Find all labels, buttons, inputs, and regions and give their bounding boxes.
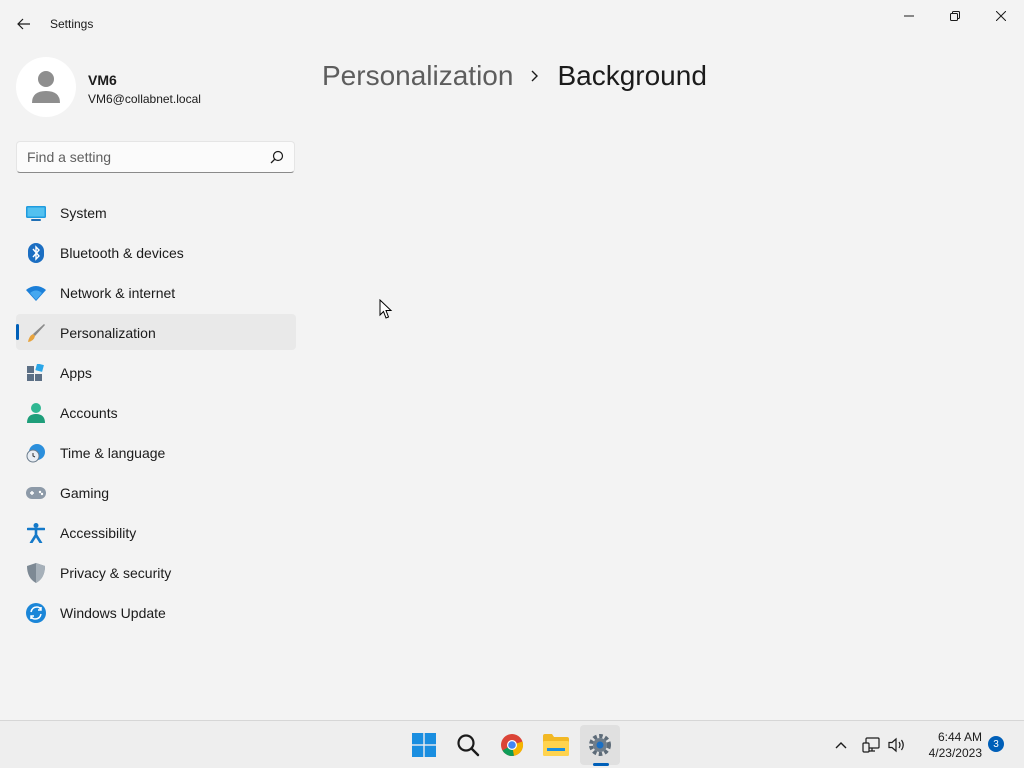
show-hidden-icons-button[interactable] xyxy=(828,731,854,759)
chevron-right-icon xyxy=(531,70,539,82)
shield-icon xyxy=(26,563,46,583)
windows-logo-icon xyxy=(412,733,436,757)
chevron-up-icon xyxy=(835,742,847,749)
active-app-indicator xyxy=(593,763,609,766)
chrome-taskbar-button[interactable] xyxy=(492,725,532,765)
volume-tray-button[interactable] xyxy=(884,731,910,759)
sidebar-item-label: Accessibility xyxy=(60,525,137,541)
sidebar-item-accessibility[interactable]: Accessibility xyxy=(16,514,296,550)
settings-taskbar-button[interactable] xyxy=(580,725,620,765)
breadcrumb: Personalization Background xyxy=(322,58,707,94)
accessibility-icon xyxy=(26,523,46,543)
settings-window: Settings VM6 VM6@collabnet.local Find a … xyxy=(0,0,1024,720)
sidebar-item-apps[interactable]: Apps xyxy=(16,354,296,390)
accounts-icon xyxy=(26,403,46,423)
breadcrumb-parent-link[interactable]: Personalization xyxy=(322,60,513,92)
sidebar-item-label: Gaming xyxy=(60,485,110,501)
back-button[interactable] xyxy=(10,10,38,38)
folder-icon xyxy=(543,734,569,756)
sidebar-item-gaming[interactable]: Gaming xyxy=(16,474,296,510)
sidebar-item-label: Personalization xyxy=(60,325,156,341)
restore-button[interactable] xyxy=(932,0,978,32)
apps-icon xyxy=(26,363,46,383)
sidebar-nav: System Bluetooth & devices Network & int… xyxy=(16,194,296,634)
bluetooth-icon xyxy=(26,243,46,263)
sidebar-item-network-internet[interactable]: Network & internet xyxy=(16,274,296,310)
start-button[interactable] xyxy=(404,725,444,765)
file-explorer-taskbar-button[interactable] xyxy=(536,725,576,765)
breadcrumb-separator xyxy=(513,58,557,94)
avatar[interactable] xyxy=(16,57,76,117)
taskbar-search-button[interactable] xyxy=(448,725,488,765)
sidebar-item-personalization[interactable]: Personalization xyxy=(16,314,296,350)
sidebar-item-privacy-security[interactable]: Privacy & security xyxy=(16,554,296,590)
sidebar-item-label: Windows Update xyxy=(60,605,166,621)
restore-icon xyxy=(950,11,960,21)
speaker-icon xyxy=(888,737,904,753)
mouse-pointer-icon xyxy=(379,299,393,319)
sidebar-item-time-language[interactable]: Time & language xyxy=(16,434,296,470)
chrome-icon xyxy=(501,734,524,756)
clock-globe-icon xyxy=(26,443,46,463)
app-title: Settings xyxy=(50,17,94,31)
sidebar-item-label: Privacy & security xyxy=(60,565,172,581)
brush-icon xyxy=(26,323,46,343)
minimize-button[interactable] xyxy=(886,0,932,32)
minimize-icon xyxy=(904,15,914,17)
gamepad-icon xyxy=(26,483,46,503)
title-bar: Settings xyxy=(0,0,1024,48)
sidebar-item-label: Accounts xyxy=(60,405,118,421)
system-icon xyxy=(26,203,46,223)
wifi-icon xyxy=(26,283,46,303)
taskbar-clock[interactable]: 6:44 AM 4/23/2023 xyxy=(918,729,982,761)
clock-date: 4/23/2023 xyxy=(928,746,982,760)
page-title: Background xyxy=(557,60,707,91)
taskbar: 6:44 AM 4/23/2023 xyxy=(0,720,1024,768)
sidebar-item-label: Bluetooth & devices xyxy=(60,245,184,261)
close-icon xyxy=(996,11,1006,21)
search-input[interactable] xyxy=(17,142,267,172)
sidebar-item-label: Network & internet xyxy=(60,285,176,301)
sidebar-item-label: Apps xyxy=(60,365,92,381)
sidebar-item-label: System xyxy=(60,205,107,221)
search-icon[interactable] xyxy=(270,150,284,164)
notification-badge[interactable]: 3 xyxy=(988,736,1004,752)
user-email: VM6@collabnet.local xyxy=(88,92,201,106)
sidebar-item-system[interactable]: System xyxy=(16,194,296,230)
sidebar-item-windows-update[interactable]: Windows Update xyxy=(16,594,296,630)
network-tray-button[interactable] xyxy=(858,731,884,759)
search-box xyxy=(16,141,295,173)
gear-icon xyxy=(589,734,611,756)
ethernet-icon xyxy=(862,737,880,753)
update-icon xyxy=(26,603,46,623)
user-name: VM6 xyxy=(88,72,117,88)
sidebar-item-accounts[interactable]: Accounts xyxy=(16,394,296,430)
sidebar-item-bluetooth-devices[interactable]: Bluetooth & devices xyxy=(16,234,296,270)
sidebar-item-label: Time & language xyxy=(60,445,166,461)
close-button[interactable] xyxy=(978,0,1024,32)
back-arrow-icon xyxy=(17,18,30,30)
user-icon xyxy=(32,71,60,103)
clock-time: 6:44 AM xyxy=(937,730,982,744)
search-icon xyxy=(457,734,480,757)
